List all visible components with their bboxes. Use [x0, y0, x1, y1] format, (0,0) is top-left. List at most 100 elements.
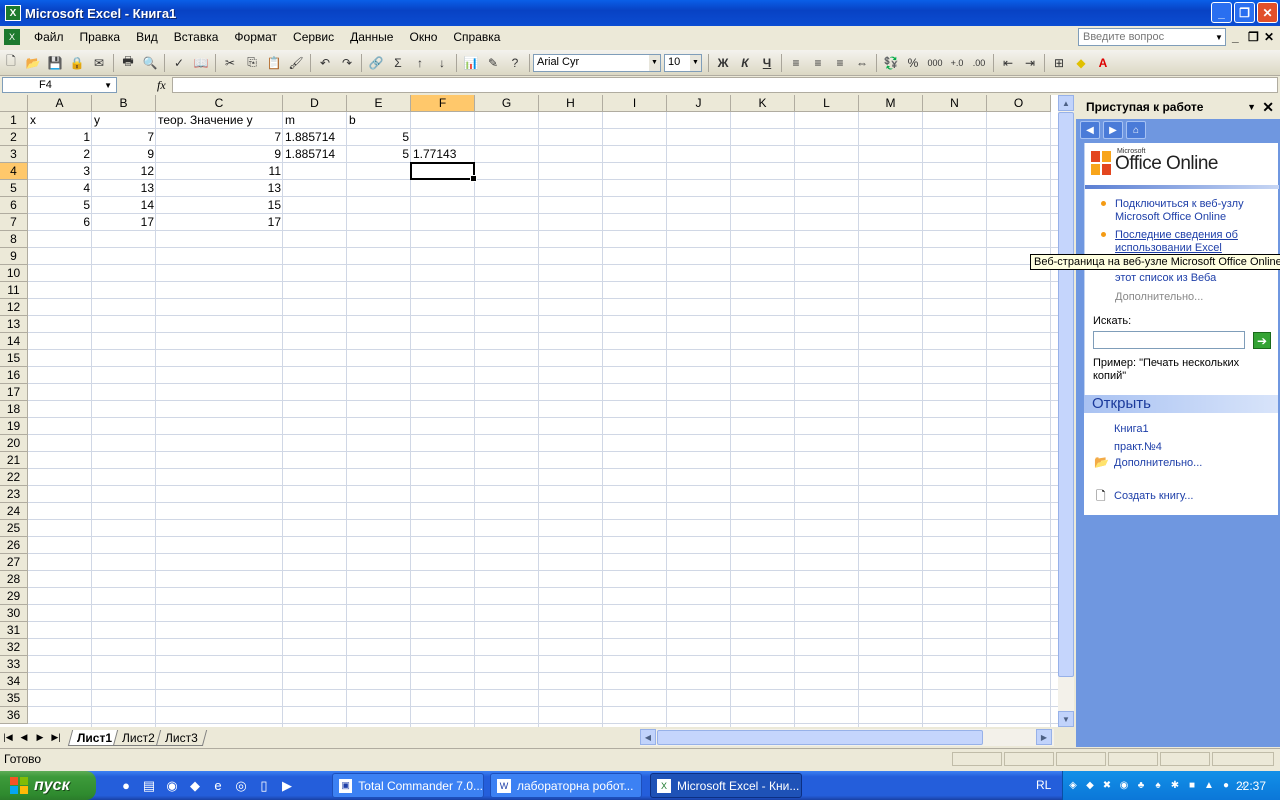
quicklaunch-icon[interactable]: ◎	[231, 776, 251, 796]
sort-asc-icon[interactable]: ↑	[410, 53, 430, 73]
column-header[interactable]: I	[603, 95, 667, 112]
cell-c4[interactable]: 11	[156, 163, 283, 179]
cell-a2[interactable]: 1	[28, 129, 92, 145]
row-header[interactable]: 11	[0, 282, 28, 299]
close-button[interactable]: ✕	[1257, 2, 1278, 23]
row-header[interactable]: 23	[0, 486, 28, 503]
bold-button[interactable]: Ж	[713, 53, 733, 73]
column-header[interactable]: K	[731, 95, 795, 112]
tray-icon[interactable]: ●	[1219, 779, 1233, 793]
row-header[interactable]: 15	[0, 350, 28, 367]
cell-a5[interactable]: 4	[28, 180, 92, 196]
restore-button[interactable]: ❐	[1234, 2, 1255, 23]
cut-icon[interactable]: ✂	[220, 53, 240, 73]
percent-icon[interactable]: %	[903, 53, 923, 73]
copy-icon[interactable]: ⎘	[242, 53, 262, 73]
tray-icon[interactable]: ◆	[1083, 779, 1097, 793]
cell-c7[interactable]: 17	[156, 214, 283, 230]
align-right-icon[interactable]: ≡	[830, 53, 850, 73]
row-header[interactable]: 33	[0, 656, 28, 673]
doc-close-button[interactable]: ✕	[1264, 30, 1274, 44]
column-header[interactable]: A	[28, 95, 92, 112]
increase-indent-icon[interactable]: ⇥	[1020, 53, 1040, 73]
row-header[interactable]: 10	[0, 265, 28, 282]
column-header[interactable]: O	[987, 95, 1051, 112]
row-header[interactable]: 36	[0, 707, 28, 724]
column-header[interactable]: B	[92, 95, 156, 112]
hyperlink-icon[interactable]: 🔗	[366, 53, 386, 73]
row-header[interactable]: 12	[0, 299, 28, 316]
cell-b2[interactable]: 7	[92, 129, 156, 145]
font-name-select[interactable]: Arial Cyr ▼	[533, 53, 661, 72]
column-header[interactable]: L	[795, 95, 859, 112]
recent-file-link[interactable]: Книга1	[1114, 423, 1149, 436]
cell-c6[interactable]: 15	[156, 197, 283, 213]
row-header[interactable]: 13	[0, 316, 28, 333]
cell-f3[interactable]: 1.77143	[411, 146, 475, 162]
cell-a4[interactable]: 3	[28, 163, 92, 179]
minimize-button[interactable]: _	[1211, 2, 1232, 23]
menu-edit[interactable]: Правка	[72, 30, 129, 44]
column-header[interactable]: F	[411, 95, 475, 112]
chevron-down-icon[interactable]: ▼	[649, 54, 660, 71]
task-excel[interactable]: X Microsoft Excel - Кни...	[650, 773, 802, 798]
row-header[interactable]: 34	[0, 673, 28, 690]
column-header[interactable]: C	[156, 95, 283, 112]
undo-icon[interactable]: ↶	[315, 53, 335, 73]
row-header[interactable]: 27	[0, 554, 28, 571]
decrease-indent-icon[interactable]: ⇤	[998, 53, 1018, 73]
select-all-corner[interactable]	[0, 95, 28, 112]
quicklaunch-icon[interactable]: ◉	[162, 776, 182, 796]
active-cell[interactable]	[410, 162, 477, 182]
chevron-down-icon[interactable]: ▼	[104, 81, 112, 90]
help-icon[interactable]: ?	[505, 53, 525, 73]
connect-online-link[interactable]: Подключиться к веб-узлу Microsoft Office…	[1115, 198, 1265, 224]
home-icon[interactable]: ⌂	[1126, 121, 1146, 139]
menu-help[interactable]: Справка	[445, 30, 508, 44]
language-indicator[interactable]: RL	[1036, 778, 1051, 792]
chevron-down-icon[interactable]: ▼	[1247, 102, 1256, 112]
row-header[interactable]: 28	[0, 571, 28, 588]
column-header[interactable]: E	[347, 95, 411, 112]
search-go-icon[interactable]: ➔	[1253, 332, 1271, 349]
permission-icon[interactable]: 🔒	[67, 53, 87, 73]
tray-icon[interactable]: ◉	[1117, 779, 1131, 793]
forward-icon[interactable]: ▶	[1103, 121, 1123, 139]
scroll-left-icon[interactable]: ◀	[640, 729, 656, 745]
cell-b1[interactable]: y	[92, 112, 156, 128]
fx-icon[interactable]: fx	[157, 78, 166, 93]
decrease-decimal-icon[interactable]: .00	[969, 53, 989, 73]
new-icon[interactable]: 🗋	[1, 53, 21, 73]
tray-icon[interactable]: ▲	[1202, 779, 1216, 793]
search-input[interactable]	[1093, 331, 1245, 349]
menu-window[interactable]: Окно	[401, 30, 445, 44]
cell-a6[interactable]: 5	[28, 197, 92, 213]
cell-a7[interactable]: 6	[28, 214, 92, 230]
column-header[interactable]: G	[475, 95, 539, 112]
chevron-down-icon[interactable]: ▼	[1213, 29, 1225, 45]
horizontal-scroll-thumb[interactable]	[657, 730, 983, 745]
column-header[interactable]: H	[539, 95, 603, 112]
spreadsheet-grid[interactable]: A B C D E F G H I J K L M N O 1 2 3 4 5 6 7 8 9 10 11 12 13 14 15 16 17…	[0, 95, 1058, 727]
cell-c3[interactable]: 9	[156, 146, 283, 162]
refresh-list-link[interactable]: этот список из Веба	[1115, 272, 1216, 285]
cell-c2[interactable]: 7	[156, 129, 283, 145]
cell-b7[interactable]: 17	[92, 214, 156, 230]
task-word-document[interactable]: Wлабораторна робот...	[490, 773, 642, 798]
row-header[interactable]: 21	[0, 452, 28, 469]
tray-icon[interactable]: ♠	[1151, 779, 1165, 793]
latest-news-link[interactable]: Последние сведения об использовании Exce…	[1115, 229, 1265, 255]
tray-icon[interactable]: ◈	[1066, 779, 1080, 793]
cell-b3[interactable]: 9	[92, 146, 156, 162]
row-header[interactable]: 2	[0, 129, 28, 146]
fill-color-icon[interactable]: ◆	[1071, 53, 1091, 73]
research-icon[interactable]: 📖	[191, 53, 211, 73]
italic-button[interactable]: К	[735, 53, 755, 73]
column-header[interactable]: N	[923, 95, 987, 112]
currency-icon[interactable]: 💱	[881, 53, 901, 73]
sort-desc-icon[interactable]: ↓	[432, 53, 452, 73]
doc-minimize-button[interactable]: _	[1232, 30, 1239, 44]
merge-center-icon[interactable]: ⇔	[852, 53, 872, 73]
close-icon[interactable]: ✕	[1262, 99, 1274, 116]
task-total-commander[interactable]: ▣ Total Commander 7.0...	[332, 773, 484, 798]
